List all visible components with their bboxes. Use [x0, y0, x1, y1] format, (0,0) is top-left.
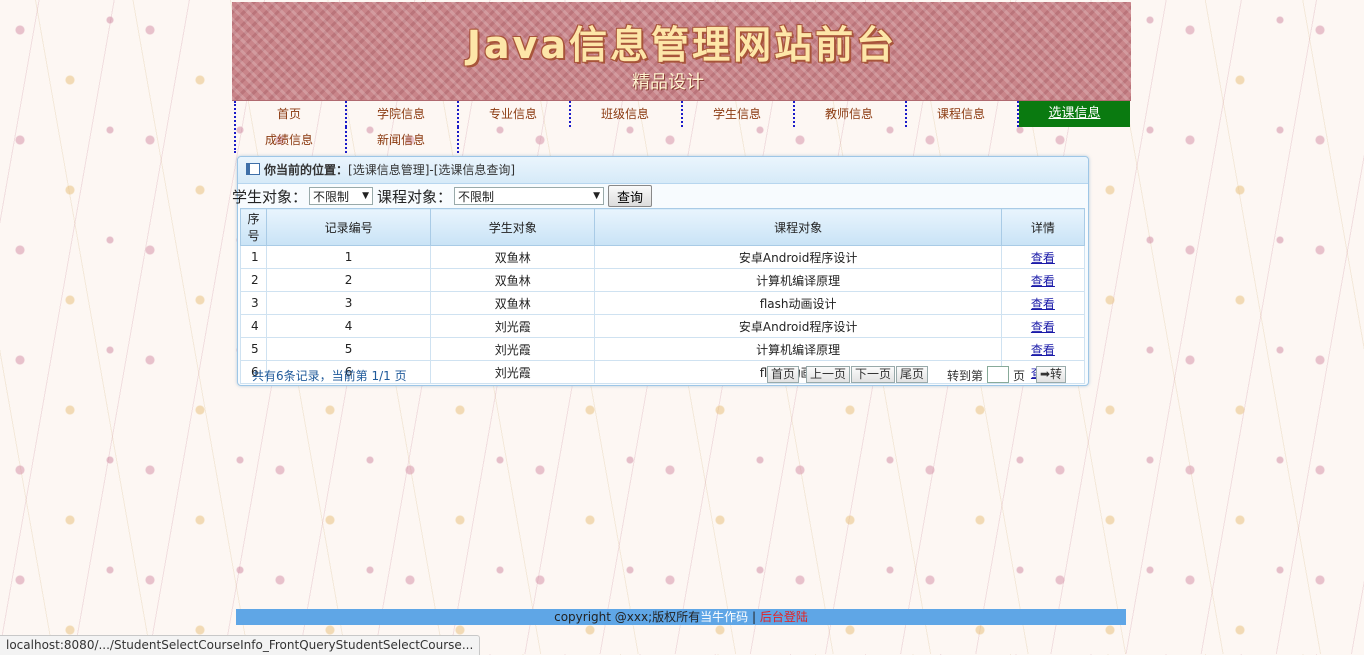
cell-record-id: 4	[266, 314, 432, 338]
browser-status-bar: localhost:8080/.../StudentSelectCourseIn…	[0, 635, 481, 655]
col-header-student: 学生对象	[430, 208, 596, 246]
footer-separator: |	[751, 610, 757, 624]
cell-student: 双鱼林	[430, 268, 596, 292]
cell-details: 查看	[1000, 337, 1086, 361]
cell-student: 双鱼林	[430, 245, 596, 269]
jump-label: 转到第	[947, 369, 984, 383]
nav-item-college[interactable]: 学院信息	[346, 101, 456, 127]
chevron-down-icon: ▼	[593, 191, 601, 201]
cell-seq: 2	[239, 268, 268, 292]
nav-item-major[interactable]: 专业信息	[458, 101, 568, 127]
student-filter-value: 不限制	[313, 189, 350, 204]
site-subtitle: 精品设计	[632, 72, 704, 93]
nav-item-course-selection[interactable]: 选课信息	[1019, 101, 1130, 127]
cell-record-id: 2	[266, 268, 432, 292]
first-page-button[interactable]: 首页	[767, 366, 800, 383]
cell-course: 计算机编译原理	[594, 268, 1002, 292]
col-header-details: 详情	[1000, 208, 1086, 246]
table-row: 4 4 刘光霞 安卓Android程序设计 查看	[239, 314, 1086, 338]
col-header-record-id: 记录编号	[266, 208, 432, 246]
view-link[interactable]: 查看	[1031, 251, 1055, 265]
cell-record-id: 3	[266, 291, 432, 315]
query-button[interactable]: 查询	[608, 185, 653, 207]
cell-seq: 3	[239, 291, 268, 315]
site-title: Java信息管理网站前台	[466, 23, 898, 67]
cell-course: 计算机编译原理	[594, 337, 1002, 361]
cell-record-id: 5	[266, 337, 432, 361]
breadcrumb-path: [选课信息管理]-[选课信息查询]	[348, 163, 516, 177]
student-filter-select[interactable]: 不限制 ▼	[309, 187, 374, 205]
go-button[interactable]: ➡转	[1036, 366, 1067, 383]
search-form: 学生对象： 不限制 ▼ 课程对象： 不限制 ▼ 查询	[232, 184, 653, 208]
cell-course: flash动画设计	[594, 291, 1002, 315]
view-link[interactable]: 查看	[1031, 274, 1055, 288]
nav-divider	[457, 127, 459, 153]
pagination: 共有6条记录，当前第 1/1 页 首页 上一页 下一页 尾页 转到第 页 ➡转	[240, 366, 1085, 384]
list-icon	[246, 163, 260, 175]
cell-seq: 1	[239, 245, 268, 269]
cell-details: 查看	[1000, 291, 1086, 315]
cell-student: 双鱼林	[430, 291, 596, 315]
nav-item-teacher[interactable]: 教师信息	[794, 101, 904, 127]
student-filter-label: 学生对象：	[232, 187, 308, 206]
cell-seq: 4	[239, 314, 268, 338]
prev-page-button[interactable]: 上一页	[806, 366, 851, 383]
col-header-seq: 序号	[239, 208, 268, 246]
nav-item-news[interactable]: 新闻信息	[346, 127, 456, 153]
view-link[interactable]: 查看	[1031, 343, 1055, 357]
view-link[interactable]: 查看	[1031, 297, 1055, 311]
nav-item-course[interactable]: 课程信息	[906, 101, 1016, 127]
cell-details: 查看	[1000, 268, 1086, 292]
cell-course: 安卓Android程序设计	[594, 314, 1002, 338]
course-selection-table: 序号 记录编号 学生对象 课程对象 详情 1 1 双鱼林 安卓Android程序…	[239, 208, 1086, 384]
jump-page-input[interactable]	[987, 366, 1009, 383]
nav-item-grades[interactable]: 成绩信息	[234, 127, 344, 153]
chevron-down-icon: ▼	[362, 191, 370, 201]
table-row: 3 3 双鱼林 flash动画设计 查看	[239, 291, 1086, 315]
cell-record-id: 1	[266, 245, 432, 269]
cell-student: 刘光霞	[430, 314, 596, 338]
cell-student: 刘光霞	[430, 337, 596, 361]
course-filter-select[interactable]: 不限制 ▼	[454, 187, 605, 205]
breadcrumb: 你当前的位置：[选课信息管理]-[选课信息查询]	[238, 157, 1088, 184]
view-link[interactable]: 查看	[1031, 320, 1055, 334]
cell-seq: 5	[239, 337, 268, 361]
course-filter-value: 不限制	[458, 189, 495, 204]
site-banner: Java信息管理网站前台 精品设计	[232, 2, 1131, 101]
breadcrumb-prefix: 你当前的位置：	[264, 163, 349, 177]
next-page-button[interactable]: 下一页	[851, 366, 896, 383]
pagination-info: 共有6条记录，当前第 1/1 页	[252, 369, 407, 383]
nav-item-home[interactable]: 首页	[234, 101, 344, 127]
cell-details: 查看	[1000, 245, 1086, 269]
cell-course: 安卓Android程序设计	[594, 245, 1002, 269]
copyright-text: copyright @xxx;版权所有	[554, 610, 701, 624]
cell-details: 查看	[1000, 314, 1086, 338]
col-header-course: 课程对象	[594, 208, 1002, 246]
table-header-row: 序号 记录编号 学生对象 课程对象 详情	[239, 208, 1086, 246]
table-row: 1 1 双鱼林 安卓Android程序设计 查看	[239, 245, 1086, 269]
last-page-button[interactable]: 尾页	[896, 366, 929, 383]
nav-item-class[interactable]: 班级信息	[570, 101, 680, 127]
admin-login-link[interactable]: 后台登陆	[760, 610, 808, 624]
table-row: 5 5 刘光霞 计算机编译原理 查看	[239, 337, 1086, 361]
footer: copyright @xxx;版权所有当牛作码 | 后台登陆	[236, 609, 1126, 625]
table-row: 2 2 双鱼林 计算机编译原理 查看	[239, 268, 1086, 292]
nav-item-student[interactable]: 学生信息	[682, 101, 792, 127]
course-filter-label: 课程对象：	[377, 187, 453, 206]
jump-unit: 页	[1013, 369, 1026, 383]
author-link[interactable]: 当牛作码	[700, 610, 748, 624]
